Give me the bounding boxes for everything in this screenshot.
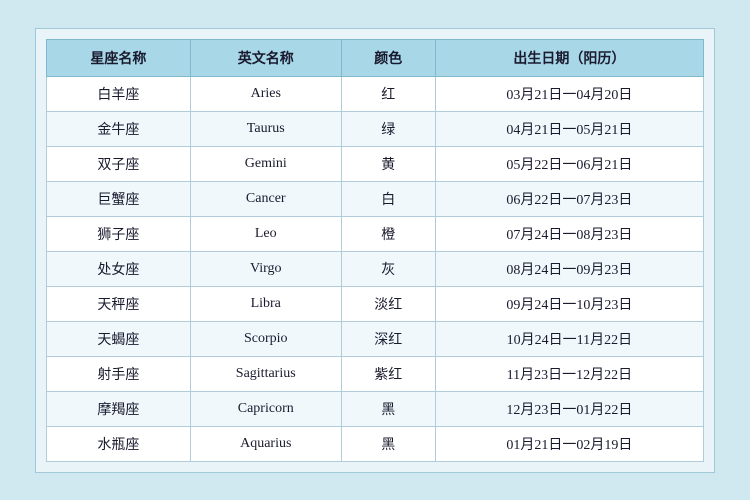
cell-color: 紫红 bbox=[341, 356, 435, 391]
cell-english: Cancer bbox=[190, 181, 341, 216]
table-row: 处女座Virgo灰08月24日一09月23日 bbox=[47, 251, 704, 286]
cell-color: 黑 bbox=[341, 391, 435, 426]
cell-chinese: 处女座 bbox=[47, 251, 191, 286]
cell-dates: 03月21日一04月20日 bbox=[435, 76, 703, 111]
cell-dates: 06月22日一07月23日 bbox=[435, 181, 703, 216]
cell-dates: 01月21日一02月19日 bbox=[435, 426, 703, 461]
cell-chinese: 巨蟹座 bbox=[47, 181, 191, 216]
cell-color: 橙 bbox=[341, 216, 435, 251]
table-row: 天秤座Libra淡红09月24日一10月23日 bbox=[47, 286, 704, 321]
table-row: 狮子座Leo橙07月24日一08月23日 bbox=[47, 216, 704, 251]
cell-dates: 11月23日一12月22日 bbox=[435, 356, 703, 391]
cell-color: 绿 bbox=[341, 111, 435, 146]
cell-chinese: 天蝎座 bbox=[47, 321, 191, 356]
cell-color: 淡红 bbox=[341, 286, 435, 321]
zodiac-table-container: 星座名称 英文名称 颜色 出生日期（阳历） 白羊座Aries红03月21日一04… bbox=[35, 28, 715, 473]
table-row: 摩羯座Capricorn黑12月23日一01月22日 bbox=[47, 391, 704, 426]
cell-dates: 08月24日一09月23日 bbox=[435, 251, 703, 286]
cell-color: 红 bbox=[341, 76, 435, 111]
cell-dates: 10月24日一11月22日 bbox=[435, 321, 703, 356]
table-row: 白羊座Aries红03月21日一04月20日 bbox=[47, 76, 704, 111]
cell-dates: 07月24日一08月23日 bbox=[435, 216, 703, 251]
cell-dates: 09月24日一10月23日 bbox=[435, 286, 703, 321]
table-header-row: 星座名称 英文名称 颜色 出生日期（阳历） bbox=[47, 39, 704, 76]
cell-chinese: 水瓶座 bbox=[47, 426, 191, 461]
cell-color: 白 bbox=[341, 181, 435, 216]
cell-english: Leo bbox=[190, 216, 341, 251]
table-row: 水瓶座Aquarius黑01月21日一02月19日 bbox=[47, 426, 704, 461]
zodiac-table: 星座名称 英文名称 颜色 出生日期（阳历） 白羊座Aries红03月21日一04… bbox=[46, 39, 704, 462]
cell-english: Gemini bbox=[190, 146, 341, 181]
cell-english: Taurus bbox=[190, 111, 341, 146]
cell-chinese: 射手座 bbox=[47, 356, 191, 391]
cell-english: Capricorn bbox=[190, 391, 341, 426]
cell-english: Aries bbox=[190, 76, 341, 111]
table-row: 天蝎座Scorpio深红10月24日一11月22日 bbox=[47, 321, 704, 356]
cell-english: Libra bbox=[190, 286, 341, 321]
table-row: 双子座Gemini黄05月22日一06月21日 bbox=[47, 146, 704, 181]
cell-chinese: 狮子座 bbox=[47, 216, 191, 251]
cell-dates: 12月23日一01月22日 bbox=[435, 391, 703, 426]
col-header-dates: 出生日期（阳历） bbox=[435, 39, 703, 76]
table-row: 巨蟹座Cancer白06月22日一07月23日 bbox=[47, 181, 704, 216]
table-row: 金牛座Taurus绿04月21日一05月21日 bbox=[47, 111, 704, 146]
cell-chinese: 天秤座 bbox=[47, 286, 191, 321]
cell-color: 深红 bbox=[341, 321, 435, 356]
col-header-chinese: 星座名称 bbox=[47, 39, 191, 76]
table-body: 白羊座Aries红03月21日一04月20日金牛座Taurus绿04月21日一0… bbox=[47, 76, 704, 461]
cell-dates: 05月22日一06月21日 bbox=[435, 146, 703, 181]
cell-chinese: 金牛座 bbox=[47, 111, 191, 146]
cell-chinese: 摩羯座 bbox=[47, 391, 191, 426]
cell-english: Virgo bbox=[190, 251, 341, 286]
cell-english: Aquarius bbox=[190, 426, 341, 461]
cell-color: 灰 bbox=[341, 251, 435, 286]
cell-color: 黄 bbox=[341, 146, 435, 181]
col-header-english: 英文名称 bbox=[190, 39, 341, 76]
cell-english: Sagittarius bbox=[190, 356, 341, 391]
cell-color: 黑 bbox=[341, 426, 435, 461]
cell-english: Scorpio bbox=[190, 321, 341, 356]
cell-dates: 04月21日一05月21日 bbox=[435, 111, 703, 146]
cell-chinese: 白羊座 bbox=[47, 76, 191, 111]
col-header-color: 颜色 bbox=[341, 39, 435, 76]
table-row: 射手座Sagittarius紫红11月23日一12月22日 bbox=[47, 356, 704, 391]
cell-chinese: 双子座 bbox=[47, 146, 191, 181]
